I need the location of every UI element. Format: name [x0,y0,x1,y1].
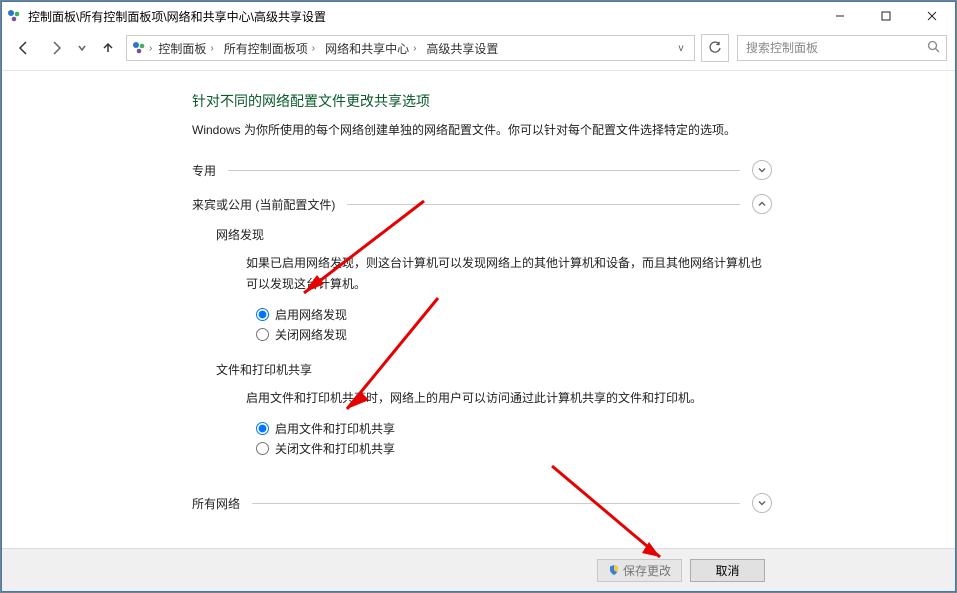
crumb-network-center[interactable]: 网络和共享中心› [321,36,420,60]
addr-icon [131,40,147,56]
app-icon [6,8,22,24]
section-all-networks: 所有网络 [192,493,772,513]
section-guest-header[interactable]: 来宾或公用 (当前配置文件) [192,194,772,214]
back-button[interactable] [10,34,38,62]
chevron-up-icon[interactable] [752,194,772,214]
file-printer-title: 文件和打印机共享 [216,361,772,378]
section-guest-title: 来宾或公用 (当前配置文件) [192,196,335,213]
radio-label: 关闭网络发现 [275,326,347,343]
section-private: 专用 [192,160,772,180]
page-title: 针对不同的网络配置文件更改共享选项 [192,91,772,111]
cancel-button[interactable]: 取消 [690,559,765,582]
section-line [347,204,740,205]
window-title: 控制面板\所有控制面板项\网络和共享中心\高级共享设置 [28,8,326,25]
section-private-header[interactable]: 专用 [192,160,772,180]
recent-dropdown[interactable] [74,34,90,62]
save-button-label: 保存更改 [623,562,671,579]
subsection-network-discovery: 网络发现 如果已启用网络发现，则这台计算机可以发现网络上的其他计算机和设备，而且… [216,226,772,343]
radio-input[interactable] [256,442,269,455]
address-dropdown[interactable]: v [672,43,690,54]
section-line [228,170,740,171]
button-bar: 保存更改 取消 [2,548,955,591]
content-area: 针对不同的网络配置文件更改共享选项 Windows 为你所使用的每个网络创建单独… [2,71,955,591]
chevron-right-icon: › [149,43,152,54]
cancel-button-label: 取消 [715,562,739,579]
close-button[interactable] [909,2,955,30]
section-all-title: 所有网络 [192,495,240,512]
forward-button[interactable] [42,34,70,62]
section-line [252,503,740,504]
chevron-down-icon[interactable] [752,160,772,180]
radio-file-printer-off[interactable]: 关闭文件和打印机共享 [256,440,772,457]
refresh-button[interactable] [701,34,729,62]
section-private-title: 专用 [192,162,216,179]
window-root: 控制面板\所有控制面板项\网络和共享中心\高级共享设置 [1,1,956,592]
net-discovery-title: 网络发现 [216,226,772,243]
shield-icon [608,564,620,576]
subsection-file-printer-sharing: 文件和打印机共享 启用文件和打印机共享时，网络上的用户可以访问通过此计算机共享的… [216,361,772,457]
address-bar[interactable]: › 控制面板› 所有控制面板项› 网络和共享中心› 高级共享设置 v [126,35,695,61]
radio-input[interactable] [256,328,269,341]
navbar: › 控制面板› 所有控制面板项› 网络和共享中心› 高级共享设置 v [2,30,955,70]
section-guest: 来宾或公用 (当前配置文件) 网络发现 如果已启用网络发现，则这台计算机可以发现… [192,194,772,479]
crumb-advanced-sharing[interactable]: 高级共享设置 [422,36,502,60]
radio-input[interactable] [256,422,269,435]
section-all-header[interactable]: 所有网络 [192,493,772,513]
file-printer-desc: 启用文件和打印机共享时，网络上的用户可以访问通过此计算机共享的文件和打印机。 [246,388,772,408]
radio-net-discovery-on[interactable]: 启用网络发现 [256,306,772,323]
search-icon [927,40,940,56]
radio-label: 关闭文件和打印机共享 [275,440,395,457]
radio-net-discovery-off[interactable]: 关闭网络发现 [256,326,772,343]
crumb-root[interactable]: 控制面板› [154,36,217,60]
radio-file-printer-on[interactable]: 启用文件和打印机共享 [256,420,772,437]
search-input[interactable] [744,40,927,56]
crumb-all-items[interactable]: 所有控制面板项› [220,36,319,60]
save-button[interactable]: 保存更改 [597,559,682,582]
titlebar: 控制面板\所有控制面板项\网络和共享中心\高级共享设置 [2,2,955,30]
radio-label: 启用文件和打印机共享 [275,420,395,437]
page-subtitle: Windows 为你所使用的每个网络创建单独的网络配置文件。你可以针对每个配置文… [192,121,772,140]
radio-input[interactable] [256,308,269,321]
maximize-button[interactable] [863,2,909,30]
minimize-button[interactable] [817,2,863,30]
up-button[interactable] [94,34,122,62]
radio-label: 启用网络发现 [275,306,347,323]
net-discovery-desc: 如果已启用网络发现，则这台计算机可以发现网络上的其他计算机和设备，而且其他网络计… [246,253,772,294]
search-box[interactable] [737,35,947,61]
content-scroll[interactable]: 针对不同的网络配置文件更改共享选项 Windows 为你所使用的每个网络创建单独… [2,71,955,548]
chevron-down-icon[interactable] [752,493,772,513]
